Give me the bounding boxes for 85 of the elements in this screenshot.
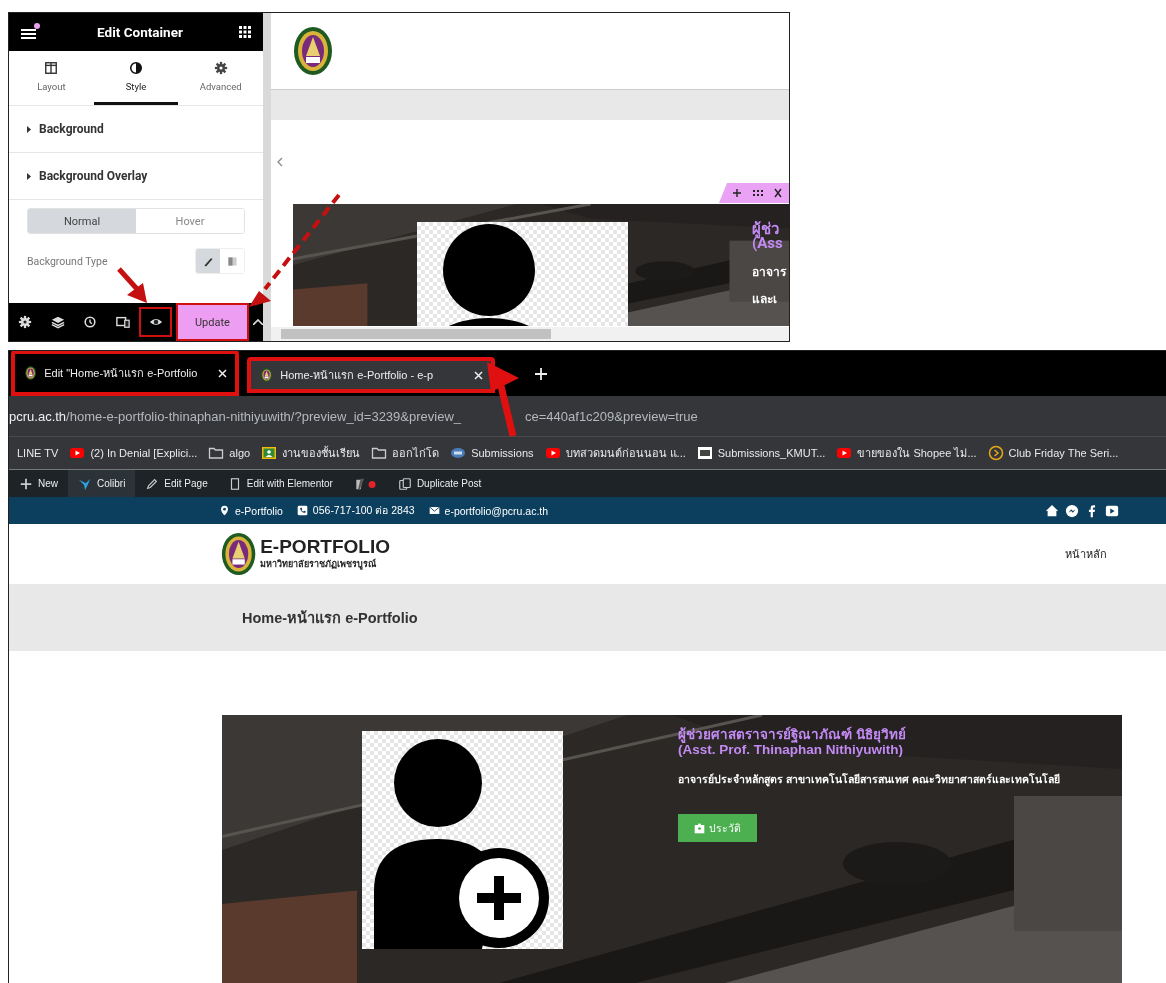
arrow-annotation [117,267,147,303]
admin-bar-item[interactable]: Edit with Elementor [217,470,343,497]
folder-icon [208,445,225,461]
bookmark[interactable]: งานของชั้นเรียน [261,444,361,462]
university-emblem-icon [261,368,273,382]
bookmark[interactable]: (2) In Denial [Explici... [69,445,198,461]
columns-icon [44,61,59,75]
contact-item[interactable]: e-portfolio@pcru.ac.th [428,504,549,517]
url-text[interactable]: ce=440af1c209&preview=true [525,408,698,424]
half-circle-icon [129,61,143,75]
id-card-icon [694,822,705,834]
panel-tab[interactable]: Style [93,51,179,105]
copy-icon [397,476,412,491]
profile-name: ผู้ช่วยศาสตราจารย์ฐิณาภัณฑ์ นิธิยุวิทย์ [678,727,907,742]
admin-bar-item[interactable]: Edit Page [135,470,218,497]
video-icon [69,445,86,461]
bookmark[interactable]: Submissions_KMUT... [696,445,826,461]
bookmark[interactable]: LINE TV [17,447,59,459]
folder-icon [371,445,388,461]
admin-bar-item[interactable]: Duplicate Post [387,470,492,497]
bookmark[interactable]: ขายของใน Shopee ไม่... [836,444,977,462]
video-icon [836,445,853,461]
plus-icon [19,476,33,491]
bookmark[interactable]: Submissions [450,445,534,461]
gear-icon [213,61,228,75]
profile-text: อาจาร [752,264,786,281]
caret-right-icon [27,125,31,133]
profile-text: และเ [752,291,778,308]
type-option[interactable] [196,249,220,273]
devices-icon [116,315,130,329]
url-text[interactable]: pcru.ac.th [9,408,67,424]
panel-tab[interactable]: Advanced [178,51,263,105]
university-emblem-icon [221,532,257,576]
admin-bar-item[interactable]: Colibri [68,470,136,497]
scrollbar[interactable] [271,327,789,341]
close-icon[interactable] [218,368,227,378]
video-play-icon[interactable] [1105,503,1119,518]
panel-tab[interactable]: Layout [9,51,94,105]
caret-up-icon[interactable] [253,319,264,325]
admin-bar-item[interactable]: New [9,470,68,497]
university-emblem-icon [25,366,37,380]
profile-position: อาจารย์ประจำหลักสูตร สาขาเทคโนโลยีสารสนเทศ คณะวิทยาศาสตร์และเทคโนโลยี [678,772,1060,788]
bookmark[interactable]: algo [208,445,251,461]
document-icon [696,445,713,461]
bookmark[interactable]: Club Friday The Seri... [987,445,1119,461]
browser-tab[interactable]: Home-หน้าแรก e-Portfolio - e-p [247,357,495,393]
location-pin-icon [219,505,230,516]
video-icon [544,445,561,461]
phone-icon [296,505,308,516]
panel-title: Edit Container [97,24,183,40]
contact-item[interactable]: 056-717-100 ต่อ 2843 [296,502,415,519]
container-handle[interactable] [719,183,789,203]
browser-tab[interactable]: Edit "Home-หน้าแรก e-Portfolio [11,351,239,396]
history-icon [83,315,98,329]
toolbar-button[interactable] [139,307,172,337]
bookmark[interactable]: ออกไก่โด [371,444,440,462]
bookmark[interactable]: บทสวดมนต์ก่อนนอน แ... [544,444,686,462]
plus-icon[interactable] [535,367,547,380]
contact-item[interactable]: e-Portfolio [219,504,283,517]
url-text[interactable]: /home-e-portfolio-thinaphan-nithiyuwith/?preview_id=3239&preview_ [66,408,462,424]
mail-icon [428,505,440,516]
page-title: Home-หน้าแรก e-Portfolio [242,609,418,628]
pencil-icon [145,476,160,491]
field-label: Background Type [27,254,108,268]
play-circle-icon [987,445,1004,461]
profile-name: (Asst. Prof. Thinaphan Nithiyuwith) [678,742,903,757]
site-logo-title: E-PORTFOLIO [260,537,390,557]
layers-icon [50,315,65,329]
state-tab[interactable]: Normal [28,209,136,233]
nav-link[interactable]: หน้าหลัก [1065,545,1107,563]
grid-icon[interactable] [239,26,251,38]
update-button[interactable]: Update [175,303,250,341]
home-icon[interactable] [1045,503,1059,518]
menu-icon[interactable] [21,23,41,41]
chat-bubble-icon [450,445,467,461]
chevron-left-icon[interactable] [277,157,283,167]
university-emblem-icon [293,26,333,76]
messenger-icon[interactable] [1065,503,1079,518]
close-icon[interactable] [474,370,483,380]
board-icon [261,445,278,461]
site-logo-subtitle: มหาวิทยาลัยราชภัฏเพชรบูรณ์ [260,557,378,571]
settings-icon [18,315,33,329]
caret-right-icon [27,172,31,180]
gradient-icon [225,254,239,268]
scrollbar[interactable] [263,13,271,341]
